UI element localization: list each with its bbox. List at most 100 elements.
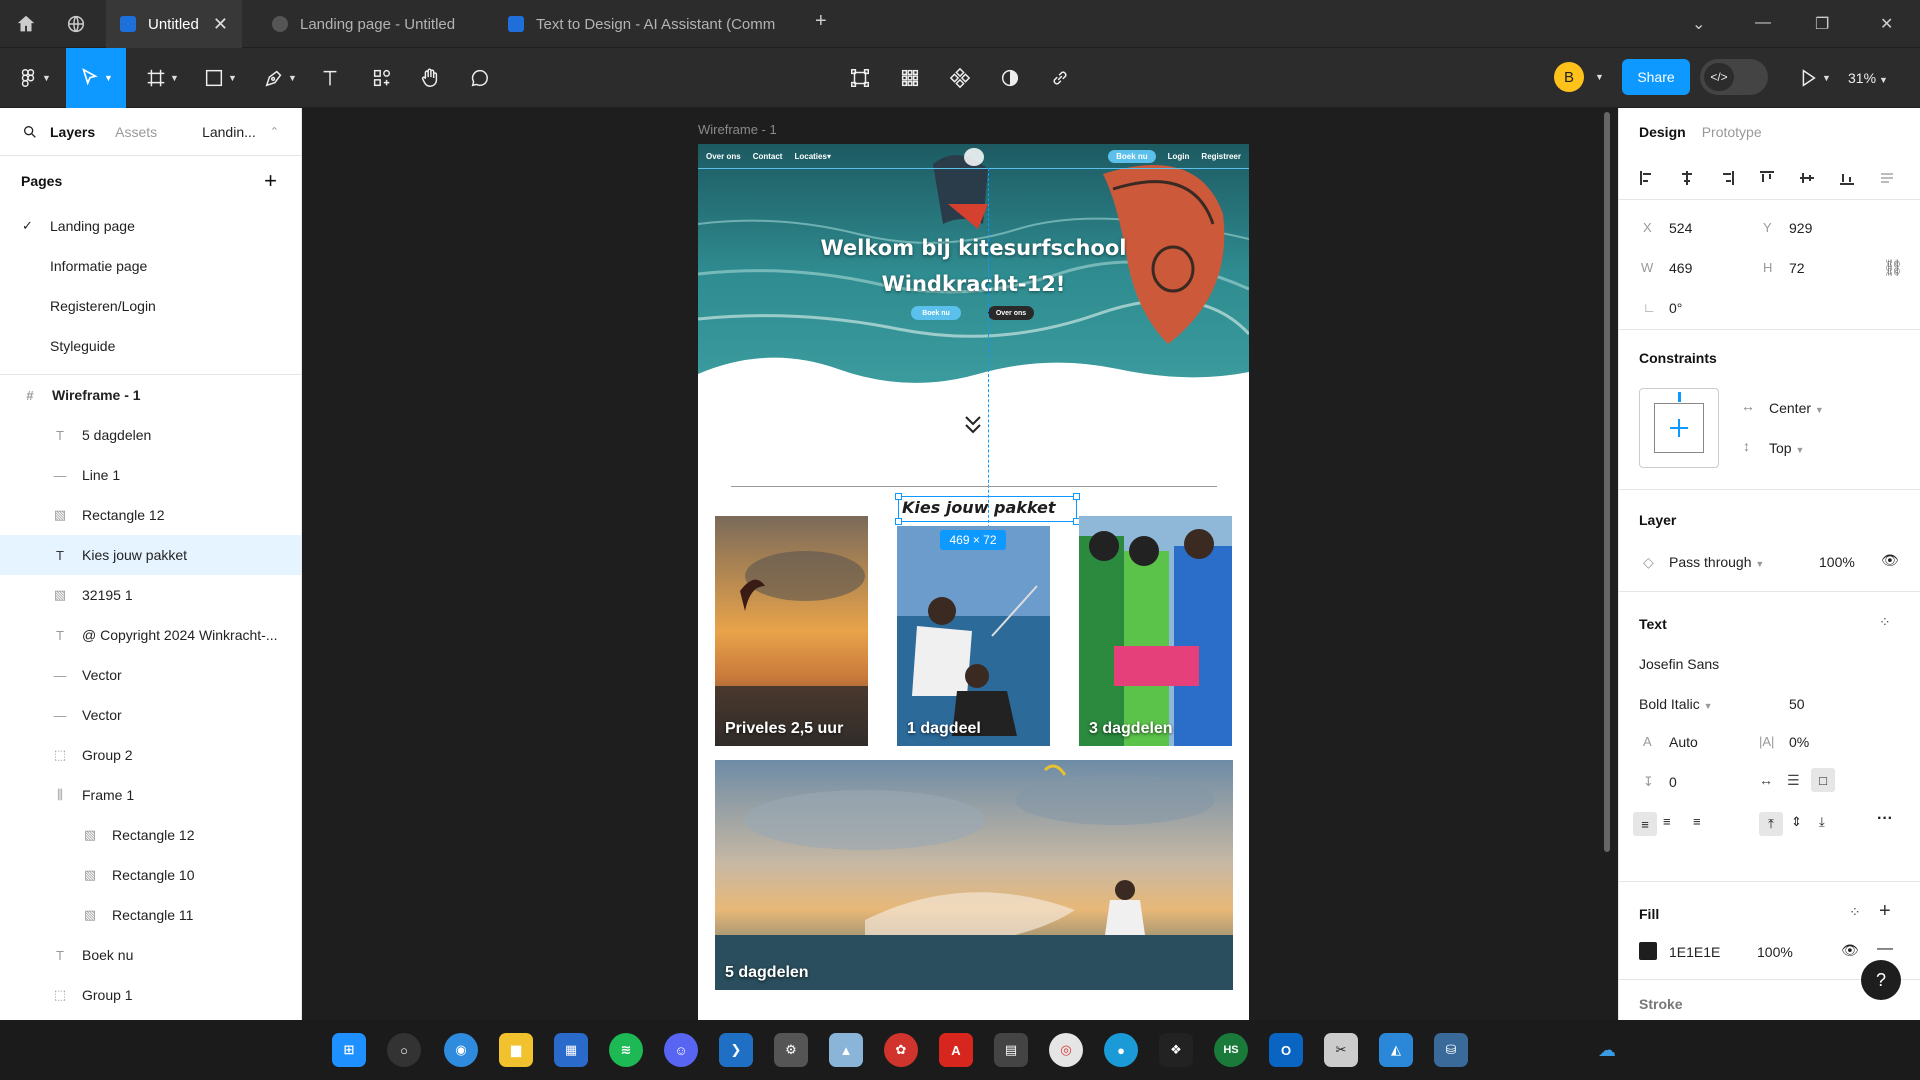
onedrive-icon[interactable]: ☁ (1590, 1033, 1624, 1067)
eye-icon[interactable]: 👁 (1881, 552, 1899, 569)
layer-item[interactable]: T @ Copyright 2024 Winkracht-... (0, 615, 301, 655)
comment-tool[interactable] (464, 48, 496, 108)
card-5-dagdelen[interactable]: 5 dagdelen (715, 760, 1233, 990)
tab-prototype[interactable]: Prototype (1702, 124, 1762, 140)
nav-boek-nu[interactable]: Boek nu (1108, 149, 1156, 163)
layer-item[interactable]: T 5 dagdelen (0, 415, 301, 455)
fixed-size-icon[interactable]: □ (1811, 768, 1835, 792)
tab-layers[interactable]: Layers (50, 124, 95, 140)
horizontal-constraint[interactable]: Center ▼ (1769, 400, 1824, 416)
resize-handle[interactable] (1073, 493, 1080, 500)
home-icon[interactable] (8, 0, 44, 48)
paragraph-spacing[interactable]: 0 (1669, 774, 1677, 790)
nav-login[interactable]: Login (1168, 152, 1190, 161)
resources-tool[interactable] (366, 48, 398, 108)
layer-item[interactable]: — Line 1 (0, 455, 301, 495)
add-fill-icon[interactable]: + (1879, 900, 1891, 923)
main-menu-icon[interactable]: ▼ (14, 48, 54, 108)
frame-label[interactable]: Wireframe - 1 (698, 122, 777, 137)
photos-icon[interactable]: ▲ (829, 1033, 863, 1067)
chevron-down-icon[interactable]: ⌄ (1692, 14, 1705, 34)
frame-tool[interactable]: ▼ (140, 48, 184, 108)
nav-over-ons[interactable]: Over ons (706, 152, 741, 161)
align-bottom-text-icon[interactable]: ⤓ (1819, 814, 1825, 830)
mask-icon[interactable] (994, 48, 1026, 108)
browser-icon[interactable]: ◉ (444, 1033, 478, 1067)
scroll-down-icon[interactable] (963, 414, 983, 436)
avatar[interactable]: B (1554, 62, 1584, 92)
globe-icon[interactable] (58, 0, 94, 48)
card-1-dagdeel[interactable]: 1 dagdeel (897, 526, 1050, 746)
page-item-informatie[interactable]: Informatie page (0, 246, 301, 286)
layer-item[interactable]: ▧ 32195 1 (0, 575, 301, 615)
align-right-icon[interactable] (1719, 170, 1735, 186)
selection-bounds-icon[interactable] (844, 48, 876, 108)
chrome-icon[interactable]: ◎ (1049, 1033, 1083, 1067)
nav-locaties[interactable]: Locaties▾ (794, 152, 830, 161)
vertical-constraint[interactable]: Top ▼ (1769, 440, 1804, 456)
nav-registreer[interactable]: Registreer (1201, 152, 1241, 161)
selected-text-box[interactable]: Kies jouw pakket (895, 493, 1080, 525)
tab-text-to-design[interactable]: Text to Design - AI Assistant (Comm (492, 0, 802, 48)
acrobat-icon[interactable]: A (939, 1033, 973, 1067)
figma-icon[interactable]: ❖ (1159, 1033, 1193, 1067)
chevron-up-icon[interactable]: ⌃ (270, 125, 279, 138)
store-icon[interactable]: ▦ (554, 1033, 588, 1067)
vscode-icon[interactable]: ❯ (719, 1033, 753, 1067)
auto-height-icon[interactable]: ☰ (1787, 772, 1800, 789)
auto-width-icon[interactable]: ↔ (1759, 772, 1773, 788)
link-icon[interactable] (1044, 48, 1076, 108)
text-tool[interactable] (314, 48, 346, 108)
align-top-text-icon[interactable]: ⤒ (1759, 812, 1783, 836)
align-middle-text-icon[interactable]: ⇕ (1791, 814, 1802, 830)
h-value[interactable]: 72 (1789, 260, 1805, 276)
align-left-icon[interactable] (1639, 170, 1655, 186)
dev-mode-toggle[interactable]: </> (1700, 59, 1768, 95)
help-button[interactable]: ? (1861, 960, 1901, 1000)
align-center-h-icon[interactable] (1679, 170, 1695, 186)
search-icon[interactable] (22, 124, 38, 140)
move-tool[interactable]: ▼ (66, 48, 126, 108)
layer-item[interactable]: — Vector (0, 655, 301, 695)
layer-item-selected[interactable]: T Kies jouw pakket (0, 535, 301, 575)
component-icon[interactable] (944, 48, 976, 108)
page-item-registeren[interactable]: Registeren/Login (0, 286, 301, 326)
new-tab-icon[interactable]: + (815, 10, 827, 33)
nav-contact[interactable]: Contact (753, 152, 783, 161)
constraint-top[interactable] (1678, 392, 1681, 402)
page-item-landing[interactable]: ✓ Landing page (0, 206, 301, 246)
pen-tool[interactable]: ▼ (258, 48, 302, 108)
present-button[interactable]: ▼ (1794, 48, 1834, 108)
close-window-icon[interactable]: ✕ (1880, 14, 1893, 34)
resize-handle[interactable] (895, 493, 902, 500)
canvas[interactable]: Wireframe - 1 Over ons Contact Locaties▾ (302, 108, 1618, 1020)
snipping-icon[interactable]: ✂ (1324, 1033, 1358, 1067)
fill-eye-icon[interactable]: 👁 (1841, 942, 1859, 959)
layer-frame[interactable]: # Wireframe - 1 (0, 375, 301, 415)
text-align-center-icon[interactable]: ≡ (1663, 814, 1671, 829)
text-align-left-icon[interactable]: ≡ (1633, 812, 1657, 836)
page-item-styleguide[interactable]: Styleguide (0, 326, 301, 366)
hero-boek-nu-button[interactable]: Boek nu (911, 306, 961, 320)
x-value[interactable]: 524 (1669, 220, 1692, 236)
search-icon[interactable]: ○ (387, 1033, 421, 1067)
text-align-right-icon[interactable]: ≡ (1693, 814, 1701, 829)
file-explorer-icon[interactable]: ▆ (499, 1033, 533, 1067)
layer-item[interactable]: ▧ Rectangle 10 (0, 855, 301, 895)
fill-hex[interactable]: 1E1E1E (1669, 944, 1720, 960)
maps-icon[interactable]: ◭ (1379, 1033, 1413, 1067)
layer-item[interactable]: ▧ Rectangle 12 (0, 495, 301, 535)
distribute-icon[interactable] (1879, 170, 1895, 186)
font-family[interactable]: Josefin Sans (1639, 656, 1719, 672)
rotation-value[interactable]: 0° (1669, 300, 1682, 316)
wireframe-frame[interactable]: Over ons Contact Locaties▾ Boek nu Login… (698, 144, 1249, 1020)
spotify-icon[interactable]: ≋ (609, 1033, 643, 1067)
color-app-icon[interactable]: ✿ (884, 1033, 918, 1067)
align-bottom-icon[interactable] (1839, 170, 1855, 186)
constrain-proportions-icon[interactable]: ⛓ (1883, 258, 1903, 278)
chevron-down-icon[interactable]: ▼ (1595, 72, 1604, 82)
calculator-icon[interactable]: ▤ (994, 1033, 1028, 1067)
layer-item[interactable]: ⬚ Group 2 (0, 735, 301, 775)
resize-handle[interactable] (895, 518, 902, 525)
constraints-widget[interactable] (1639, 388, 1719, 468)
